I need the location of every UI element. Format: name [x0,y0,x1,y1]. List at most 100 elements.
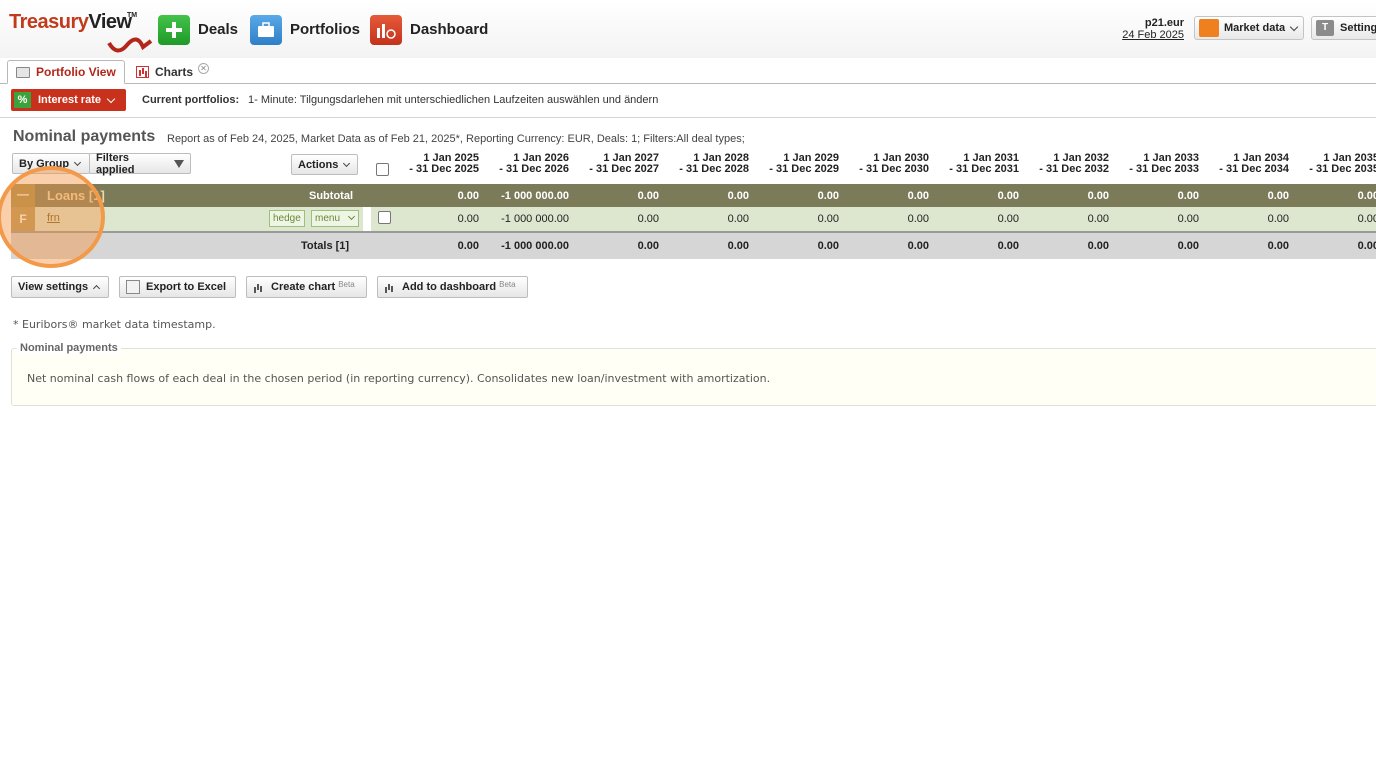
briefcase-icon [250,14,282,45]
settings-label: Setting [1340,22,1376,34]
user-info: p21.eur 24 Feb 2025 [1122,17,1184,41]
market-data-icon [1199,19,1219,37]
filters-button[interactable]: Filters applied [89,152,191,176]
column-header: 1 Jan 2031- 31 Dec 2031 [933,153,1019,175]
info-text: Net nominal cash flows of each deal in t… [27,372,771,385]
column-header: 1 Jan 2029- 31 Dec 2029 [753,153,839,175]
footnote: * Euribors® market data timestamp. [13,318,216,331]
total-cell: 0.00 [637,240,659,252]
deal-menu-label: menu [315,213,341,224]
treasuryview-logo[interactable]: TreasuryView TM [9,11,153,53]
close-tab-icon[interactable]: ✕ [198,63,209,74]
beta-badge: Beta [499,279,516,289]
tab-charts[interactable]: Charts [128,60,201,84]
interest-rate-label: Interest rate [38,94,101,106]
nav-portfolios-label: Portfolios [290,21,360,38]
column-header: 1 Jan 2032- 31 Dec 2032 [1023,153,1109,175]
bar-chart-icon [136,66,149,78]
column-header-end: - 31 Dec 2025 [409,163,479,175]
actions-label: Actions [298,158,339,171]
current-portfolios-value: 1- Minute: Tilgungsdarlehen mit untersch… [248,94,659,106]
deal-value-cell: 0.00 [907,213,929,225]
settings-icon: T [1316,20,1334,36]
current-portfolios-label: Current portfolios: [142,94,240,106]
subtotal-cell: 0.00 [727,190,749,202]
add-dashboard-icon [384,282,396,293]
totals-label: Totals [1] [301,240,350,252]
tab-portfolio-view[interactable]: Portfolio View [7,60,125,84]
view-settings-label: View settings [18,281,89,293]
percent-icon: % [14,92,31,108]
total-cell: 0.00 [907,240,929,252]
chevron-up-icon [93,284,101,293]
subtotal-cell: 0.00 [1357,190,1376,202]
subtotal-cell: 0.00 [637,190,659,202]
column-header: 1 Jan 2027- 31 Dec 2027 [573,153,659,175]
column-header-end: - 31 Dec 2026 [499,163,569,175]
info-legend: Nominal payments [17,342,121,354]
beta-badge: Beta [338,279,355,289]
plus-icon [158,14,190,45]
deal-row: F frn hedge menu 0.00 -1 000 000.00 0.00 0.… [11,207,1376,231]
user-name: p21.eur [1144,17,1184,29]
total-cell: 0.00 [1177,240,1199,252]
deal-value-cell: -1 000 000.00 [501,213,569,225]
nav-portfolios-button[interactable]: Portfolios [250,14,360,45]
info-panel: Nominal payments Net nominal cash flows … [11,342,1376,406]
logo-text: TreasuryView [9,11,132,33]
chevron-down-icon [106,94,116,103]
nav-dashboard-label: Dashboard [410,21,489,38]
add-dashboard-label: Add to dashboard [402,281,497,293]
deal-select-checkbox[interactable] [378,211,391,224]
bar-chart-icon [253,282,265,293]
chevron-down-icon [74,158,82,166]
add-to-dashboard-button[interactable]: Add to dashboard Beta [377,276,528,298]
total-cell: 0.00 [817,240,839,252]
subtotal-cell: 0.00 [907,190,929,202]
column-header-end: - 31 Dec 2031 [949,163,1019,175]
view-settings-button[interactable]: View settings [11,276,109,298]
nav-deals-label: Deals [198,21,239,38]
subtotal-cell: 0.00 [1087,190,1109,202]
deal-value-cell: 0.00 [637,213,659,225]
total-cell: -1 000 000.00 [501,240,569,252]
column-header: 1 Jan 2033- 31 Dec 2033 [1113,153,1199,175]
nav-dashboard-button[interactable]: Dashboard [370,14,488,45]
create-chart-label: Create chart [271,281,336,293]
total-cell: 0.00 [457,240,479,252]
reporting-date-link[interactable]: 24 Feb 2025 [1122,29,1184,41]
interest-rate-dropdown[interactable]: % Interest rate [11,89,126,111]
top-header: TreasuryView TM Deals Portfolios Dashboa… [0,0,1376,58]
market-data-dropdown[interactable]: Market data [1194,16,1304,40]
deal-value-cell: 0.00 [1267,213,1289,225]
total-cell: 0.00 [727,240,749,252]
subtotal-cell: 0.00 [997,190,1019,202]
excel-icon [126,280,140,294]
dashboard-icon [370,14,402,45]
deal-value-cell: 0.00 [817,213,839,225]
subtotal-cell: 0.00 [817,190,839,202]
subtotal-cell: 0.00 [457,190,479,202]
tab-charts-label: Charts [155,65,194,79]
deal-menu-dropdown[interactable]: menu [311,210,359,227]
select-all-checkbox[interactable] [376,163,389,176]
subtotal-cell: 0.00 [1267,190,1289,202]
report-subtitle: Report as of Feb 24, 2025, Market Data a… [167,133,745,145]
column-header-end: - 31 Dec 2027 [589,163,659,175]
column-header: 1 Jan 2030- 31 Dec 2030 [843,153,929,175]
click-highlight-indicator [0,166,105,268]
nav-deals-button[interactable]: Deals [158,14,238,45]
export-excel-button[interactable]: Export to Excel [119,276,236,298]
subtotal-cell: -1 000 000.00 [501,190,569,202]
filter-icon [174,159,184,168]
column-header-end: - 31 Dec 2033 [1129,163,1199,175]
actions-dropdown[interactable]: Actions [291,154,358,175]
subtotal-label: Subtotal [309,190,353,202]
column-header-end: - 31 Dec 2032 [1039,163,1109,175]
hedge-button[interactable]: hedge [269,210,305,227]
column-header-end: - 31 Dec 2029 [769,163,839,175]
settings-button[interactable]: T Setting [1311,16,1376,40]
totals-row: Totals [1] 0.00 -1 000 000.00 0.00 0.00 0.00… [11,231,1376,259]
row-separator [363,207,371,231]
create-chart-button[interactable]: Create chart Beta [246,276,367,298]
